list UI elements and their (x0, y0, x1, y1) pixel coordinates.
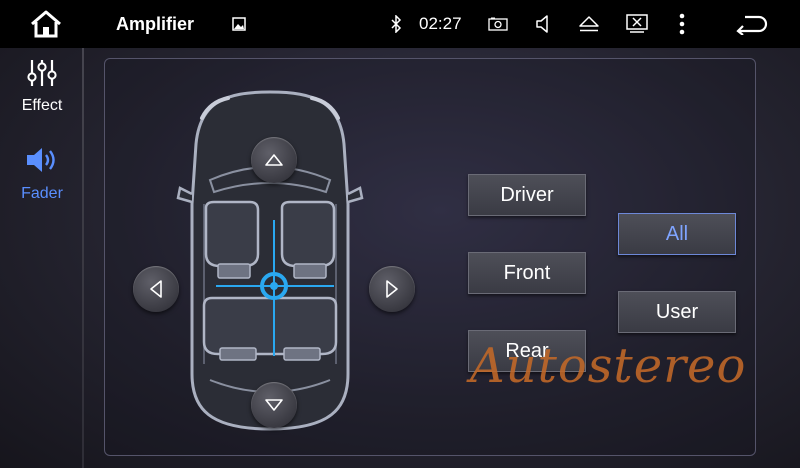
speaker-icon (27, 148, 55, 172)
driver-button[interactable]: Driver (468, 174, 586, 216)
all-button[interactable]: All (618, 213, 736, 255)
balance-right-button[interactable] (369, 266, 415, 312)
triangle-down-icon (265, 399, 283, 411)
triangle-right-icon (386, 280, 398, 298)
sidebar-item-label: Fader (21, 185, 63, 202)
sidebar-item-effect[interactable]: Effect (0, 58, 84, 115)
page-title: Amplifier (116, 13, 195, 34)
sidebar: Effect Fader (0, 48, 84, 468)
home-button[interactable] (18, 0, 74, 48)
triangle-up-icon (265, 154, 283, 166)
gallery-icon[interactable] (226, 0, 252, 48)
sidebar-item-fader[interactable]: Fader (0, 144, 84, 203)
front-button[interactable]: Front (468, 252, 586, 294)
status-bar: Amplifier 02:27 (0, 0, 800, 48)
user-button[interactable]: User (618, 291, 736, 333)
more-icon[interactable] (670, 0, 694, 48)
home-icon (31, 10, 61, 38)
bluetooth-icon (384, 0, 408, 48)
camera-icon[interactable] (484, 0, 512, 48)
watermark: Autostereo (470, 338, 747, 394)
fader-up-button[interactable] (251, 137, 297, 183)
fader-down-button[interactable] (251, 382, 297, 428)
eject-icon[interactable] (574, 0, 604, 48)
screen-off-icon[interactable] (622, 0, 652, 48)
balance-left-button[interactable] (133, 266, 179, 312)
sidebar-item-label: Effect (21, 97, 63, 114)
back-icon[interactable] (730, 0, 774, 48)
triangle-left-icon (150, 280, 162, 298)
volume-icon[interactable] (530, 0, 556, 48)
sidebar-divider (82, 48, 84, 468)
equalizer-icon (27, 60, 57, 86)
clock: 02:27 (419, 14, 462, 33)
